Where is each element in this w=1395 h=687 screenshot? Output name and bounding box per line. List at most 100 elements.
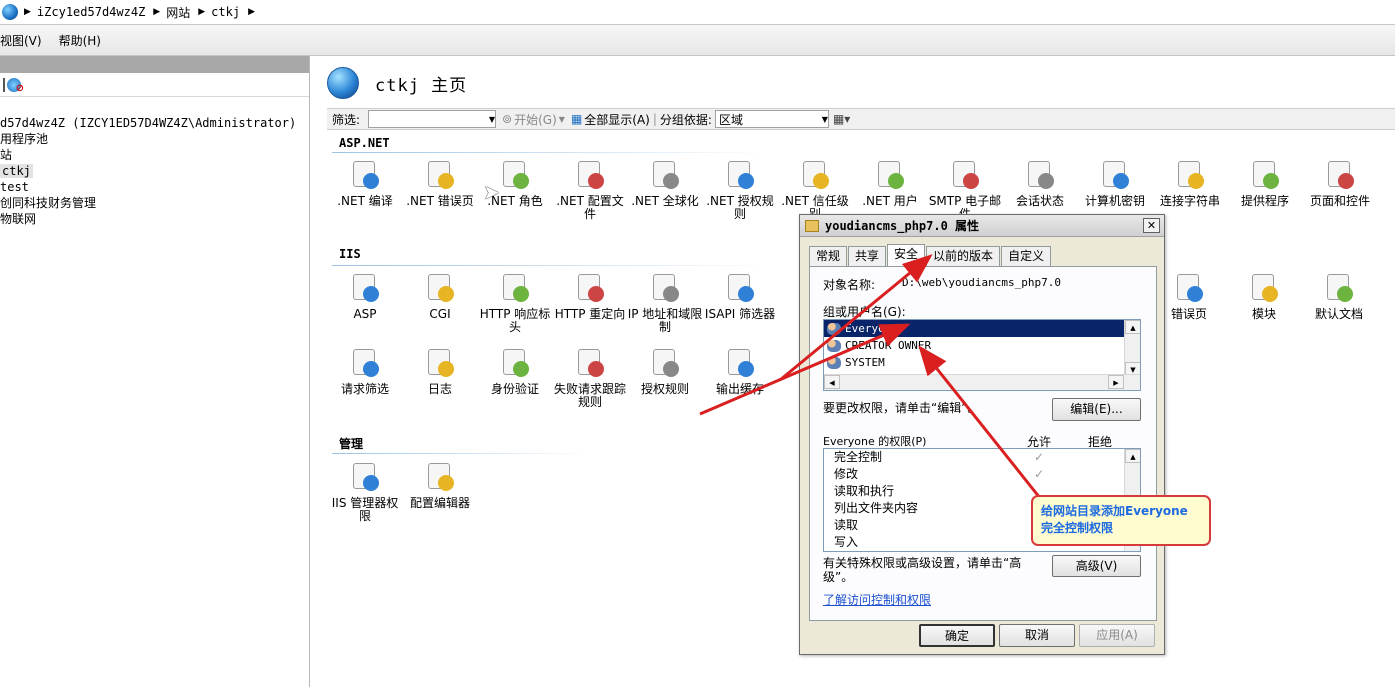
feature-item[interactable]: 模块 [1226, 272, 1302, 321]
access-control-link[interactable]: 了解访问控制和权限 [823, 591, 931, 608]
show-all-button[interactable]: 全部显示(A) [584, 111, 650, 128]
feature-item[interactable]: .NET 信任级别 [777, 159, 853, 221]
feature-item[interactable]: 目 [1376, 272, 1395, 321]
feature-item[interactable]: CGI [402, 272, 478, 321]
feature-item[interactable]: .NET 配置文件 [552, 159, 628, 221]
feature-icon [649, 159, 681, 191]
feature-item[interactable]: IP 地址和域限制 [627, 272, 703, 334]
feature-item[interactable]: 输出缓存 [702, 347, 778, 396]
section-divider [332, 152, 772, 153]
feature-item[interactable]: 计算机密钥 [1077, 159, 1153, 208]
feature-icon [949, 159, 981, 191]
tree-node-sites[interactable]: 站 [0, 147, 309, 163]
feature-icon [1173, 272, 1205, 304]
menu-view[interactable]: 视图(V) [0, 32, 42, 49]
tree-node-finance[interactable]: 创同科技财务管理 [0, 195, 309, 211]
start-button[interactable]: 开始(G) [514, 111, 557, 128]
feature-item[interactable]: .NET 授权规则 [702, 159, 778, 221]
feature-icon [1324, 159, 1356, 191]
view-mode-icon[interactable]: ▦▾ [833, 112, 850, 126]
feature-item[interactable]: SMTP 电子邮件 [927, 159, 1003, 221]
breadcrumb-arrow-icon: ▶ [153, 7, 161, 17]
filter-input[interactable]: ▼ [368, 110, 497, 128]
feature-icon [424, 159, 456, 191]
scroll-up-icon[interactable]: ▲ [1125, 320, 1140, 334]
section-manage: 管理 [339, 437, 364, 451]
tab-customize[interactable]: 自定义 [1001, 246, 1052, 266]
feature-icon [724, 272, 756, 304]
tree-node-apppools[interactable]: 用程序池 [0, 131, 309, 147]
feature-item[interactable]: .NET 用户 [852, 159, 928, 208]
feature-item[interactable]: 连接字符串 [1152, 159, 1228, 208]
feature-item[interactable]: ASP [327, 272, 403, 321]
feature-label: 输出缓存 [715, 382, 764, 396]
feature-icon [499, 272, 531, 304]
groups-scrollbar[interactable]: ▲ ▼ [1124, 320, 1140, 376]
feature-item[interactable]: HTTP 响应标头 [477, 272, 553, 334]
groups-hscrollbar[interactable]: ◀ ▶ [824, 374, 1140, 390]
permission-name: 写入 [834, 535, 859, 549]
feature-icon [349, 159, 381, 191]
special-hint: 有关特殊权限或高级设置，请单击“高级”。 [823, 556, 1022, 584]
feature-item[interactable]: 应 [1377, 159, 1395, 208]
tree-node-ctkj[interactable]: ctkj [0, 163, 309, 179]
feature-item[interactable]: .NET 错误页 [402, 159, 478, 208]
close-button[interactable]: ✕ [1143, 218, 1160, 233]
binoculars-icon: ⊚ [502, 112, 513, 126]
group-item[interactable]: Everyone [824, 320, 1124, 337]
feature-item[interactable]: .NET 编译 [327, 159, 403, 208]
feature-item[interactable]: 身份验证 [477, 347, 553, 396]
breadcrumb-server[interactable]: iZcy1ed57d4wz4Z [37, 5, 145, 19]
feature-item[interactable]: 请求筛选 [327, 347, 403, 396]
allow-check-icon: ✓ [1034, 467, 1045, 481]
feature-label: 会话状态 [1015, 194, 1064, 208]
feature-item[interactable]: IIS 管理器权限 [327, 461, 403, 523]
feature-icon [424, 272, 456, 304]
tree-node-test[interactable]: test [0, 179, 309, 195]
groups-listbox[interactable]: Everyone CREATOR OWNER SYSTEM ▲ ▼ ◀ ▶ [823, 319, 1141, 391]
scroll-up-icon[interactable]: ▲ [1125, 449, 1140, 463]
groups-list: Everyone CREATOR OWNER SYSTEM [824, 320, 1140, 371]
feature-item[interactable]: 配置编辑器 [402, 461, 478, 510]
permissions-label: Everyone 的权限(P) [823, 435, 927, 448]
advanced-button[interactable]: 高级(V) [1052, 555, 1141, 577]
feature-label: .NET 配置文件 [556, 194, 624, 221]
tab-sharing[interactable]: 共享 [848, 246, 887, 266]
feature-item[interactable]: 失败请求跟踪规则 [552, 347, 628, 409]
edit-button[interactable]: 编辑(E)... [1052, 398, 1141, 421]
breadcrumb-sites[interactable]: 网站 [166, 4, 190, 21]
disconnect-icon[interactable]: ⊘ [7, 77, 24, 94]
feature-label: 身份验证 [490, 382, 539, 396]
feature-item[interactable]: ISAPI 筛选器 [702, 272, 778, 321]
feature-item[interactable]: 提供程序 [1227, 159, 1303, 208]
dialog-tabs: 常规 共享 安全 以前的版本 自定义 [809, 244, 1052, 267]
breadcrumb-site[interactable]: ctkj [211, 5, 240, 19]
scroll-left-icon[interactable]: ◀ [824, 375, 840, 389]
feature-item[interactable]: .NET 全球化 [627, 159, 703, 208]
group-by-select[interactable]: 区域 ▼ [714, 110, 829, 128]
group-item[interactable]: CREATOR OWNER [824, 337, 1124, 354]
group-item[interactable]: SYSTEM [824, 354, 1124, 371]
feature-item[interactable]: HTTP 重定向 [552, 272, 628, 321]
chevron-down-icon: ▼ [488, 114, 496, 124]
feature-item[interactable]: 默认文档 [1301, 272, 1377, 321]
feature-item[interactable]: 会话状态 [1002, 159, 1078, 208]
tab-general[interactable]: 常规 [809, 246, 848, 266]
feature-item[interactable]: 日志 [402, 347, 478, 396]
feature-icon [574, 159, 606, 191]
apply-button[interactable]: 应用(A) [1079, 624, 1155, 647]
scroll-right-icon[interactable]: ▶ [1108, 375, 1124, 389]
annotation-callout: 给网站目录添加Everyone 完全控制权限 [1031, 495, 1211, 546]
feature-item[interactable]: 授权规则 [627, 347, 703, 396]
menu-help[interactable]: 帮助(H) [59, 32, 101, 49]
feature-item[interactable]: 页面和控件 [1302, 159, 1378, 208]
cancel-button[interactable]: 取消 [999, 624, 1075, 647]
tree-view: d57d4wz4Z (IZCY1ED57D4WZ4Z\Administrator… [0, 97, 309, 227]
tree-node-iot[interactable]: 物联网 [0, 211, 309, 227]
tab-security[interactable]: 安全 [887, 244, 926, 267]
permission-name: 修改 [834, 467, 859, 481]
ok-button[interactable]: 确定 [919, 624, 995, 647]
tab-previous-versions[interactable]: 以前的版本 [926, 246, 1001, 266]
permission-row: 完全控制 ✓ [824, 449, 1124, 466]
tree-node-server[interactable]: d57d4wz4Z (IZCY1ED57D4WZ4Z\Administrator… [0, 115, 309, 131]
